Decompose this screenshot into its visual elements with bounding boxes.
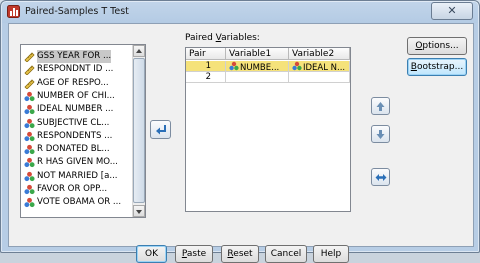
ruler-icon xyxy=(24,65,35,76)
close-icon: ✕ xyxy=(447,4,457,17)
source-list-item-label: IDEAL NUMBER ... xyxy=(37,104,114,115)
paired-variables-grid[interactable]: Pair Variable1 Variable2 1 NUMBE... IDEA… xyxy=(185,47,351,212)
scroll-down-button[interactable] xyxy=(133,205,145,217)
ruler-icon xyxy=(24,79,35,89)
nominal-icon xyxy=(292,61,302,71)
source-list-item[interactable]: FAVOR OR OPP... xyxy=(23,183,133,196)
source-list-item-label: NUMBER OF CHI... xyxy=(37,90,115,101)
move-up-button[interactable] xyxy=(371,97,390,115)
scroll-up-button[interactable] xyxy=(133,45,145,57)
source-list-item-label: VOTE OBAMA OR ... xyxy=(37,197,122,208)
nominal-icon xyxy=(24,131,35,141)
source-list-item-label: FAVOR OR OPP... xyxy=(37,184,108,194)
source-variable-list[interactable]: GSS YEAR FOR ... RESPONDNT ID ... AGE OF R… xyxy=(20,44,146,218)
scroll-thumb[interactable] xyxy=(133,58,145,203)
nominal-icon xyxy=(24,105,35,115)
source-list-item[interactable]: VOTE OBAMA OR ... xyxy=(23,196,133,209)
nominal-icon xyxy=(24,144,35,155)
source-list-item-label: GSS YEAR FOR ... xyxy=(37,50,112,63)
arrow-up-icon xyxy=(376,102,385,111)
column-header-variable2[interactable]: Variable2 xyxy=(289,48,350,60)
source-list-item[interactable]: NUMBER OF CHI... xyxy=(23,90,133,103)
source-list-item-label: SUBJECTIVE CL... xyxy=(37,117,110,128)
source-list-item[interactable]: GSS YEAR FOR ... xyxy=(23,50,133,63)
paste-button[interactable]: Paste xyxy=(175,245,213,263)
close-button[interactable]: ✕ xyxy=(431,2,473,20)
source-list-item[interactable]: SUBJECTIVE CL... xyxy=(23,117,133,130)
nominal-icon xyxy=(24,184,35,195)
column-header-variable1[interactable]: Variable1 xyxy=(226,48,289,60)
dialog-body: GSS YEAR FOR ... RESPONDNT ID ... AGE OF R… xyxy=(8,23,474,263)
source-list-item-label: NOT MARRIED [a... xyxy=(37,170,118,181)
source-list-item-label: RESPONDENTS ... xyxy=(37,130,113,141)
paired-samples-dialog: Paired-Samples T Test ✕ GSS YEAR FOR ...… xyxy=(0,0,480,263)
ruler-icon xyxy=(24,52,35,62)
title-bar[interactable]: Paired-Samples T Test ✕ xyxy=(1,1,479,23)
source-list-item-label: R HAS GIVEN MO... xyxy=(37,157,118,168)
column-header-pair[interactable]: Pair xyxy=(186,48,226,60)
source-list-item[interactable]: AGE OF RESPO... xyxy=(23,77,133,90)
source-list-item[interactable]: R DONATED BL... xyxy=(23,143,133,156)
window-title: Paired-Samples T Test xyxy=(25,6,129,17)
pair-2-variable2[interactable] xyxy=(289,72,350,83)
move-down-button[interactable] xyxy=(371,125,390,143)
paired-variables-label: Paired Variables: xyxy=(185,33,260,43)
source-list-item[interactable]: R HAS GIVEN MO... xyxy=(23,156,133,169)
nominal-icon xyxy=(229,61,239,71)
pair-2-variable1[interactable] xyxy=(226,72,289,83)
source-list-item-label: AGE OF RESPO... xyxy=(37,77,109,88)
pair-number-1[interactable]: 1 xyxy=(186,61,226,72)
source-list-scrollbar[interactable] xyxy=(132,45,145,217)
source-list-item-label: R DONATED BL... xyxy=(37,144,110,155)
source-list-item-label: RESPONDNT ID ... xyxy=(37,64,114,75)
bootstrap-button[interactable]: Bootstrap... xyxy=(407,58,467,76)
move-to-paired-button[interactable] xyxy=(150,120,171,139)
reset-button[interactable]: Reset xyxy=(221,245,259,263)
source-list-item[interactable]: RESPONDENTS ... xyxy=(23,130,133,143)
pair-1-variable1[interactable]: NUMBE... xyxy=(226,61,289,72)
arrow-down-icon xyxy=(376,130,385,139)
source-list-item[interactable]: NOT MARRIED [a... xyxy=(23,170,133,183)
pair-number-2[interactable]: 2 xyxy=(186,72,226,83)
source-list-item[interactable]: IDEAL NUMBER ... xyxy=(23,103,133,116)
pair-1-variable2[interactable]: IDEAL N... xyxy=(289,61,350,72)
ok-button[interactable]: OK xyxy=(136,245,167,263)
help-button[interactable]: Help xyxy=(313,245,349,263)
nominal-icon xyxy=(24,171,35,181)
swap-variables-button[interactable] xyxy=(371,168,390,186)
nominal-icon xyxy=(24,91,35,102)
source-list-item[interactable]: RESPONDNT ID ... xyxy=(23,63,133,76)
cancel-button[interactable]: Cancel xyxy=(265,245,307,263)
arrow-right-icon xyxy=(156,125,166,135)
nominal-icon xyxy=(24,118,35,128)
options-button[interactable]: Options... xyxy=(407,37,467,55)
nominal-icon xyxy=(24,198,35,208)
app-icon xyxy=(7,5,20,18)
swap-arrows-icon xyxy=(375,174,387,181)
nominal-icon xyxy=(24,158,35,168)
